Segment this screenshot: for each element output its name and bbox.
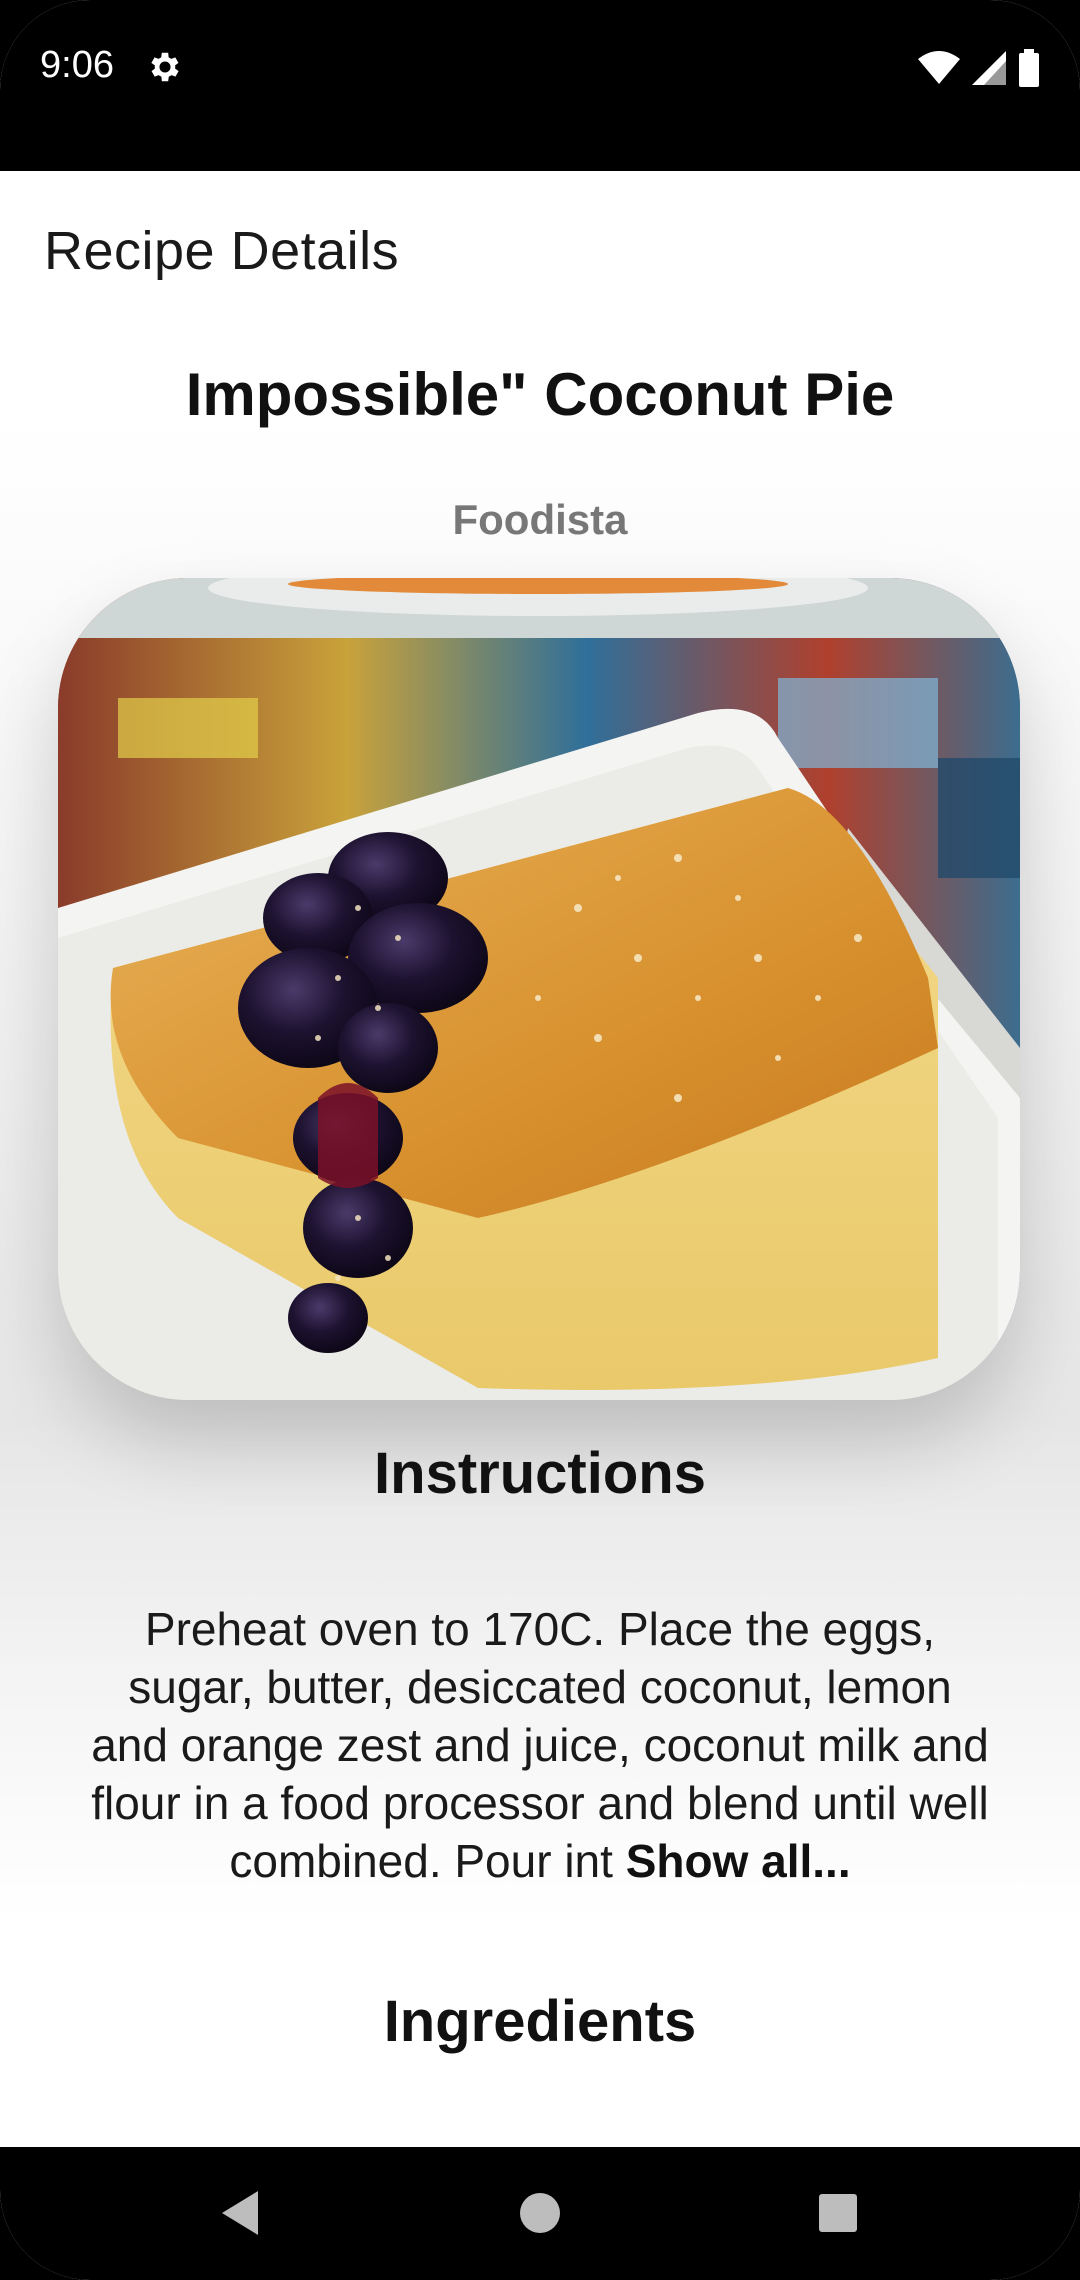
app-bar-title: Recipe Details: [44, 221, 400, 281]
recents-button[interactable]: [806, 2181, 870, 2245]
coconut-pie-image: [58, 578, 1020, 1400]
gear-icon: [151, 52, 179, 82]
status-icons: [918, 48, 1040, 88]
instructions-text: Preheat oven to 170C. Place the eggs, su…: [90, 1600, 990, 1890]
recents-icon: [819, 2194, 857, 2232]
screen: 9:06 Recipe Details Impossible" Coconut …: [0, 0, 1080, 2280]
signal-icon: [972, 51, 1006, 85]
ingredients-heading: Ingredients: [383, 1989, 697, 2054]
home-icon: [520, 2193, 560, 2233]
navigation-bar: [0, 2147, 1080, 2280]
home-button[interactable]: [508, 2181, 572, 2245]
back-icon: [222, 2191, 258, 2235]
instructions-heading: Instructions: [374, 1441, 706, 1506]
recipe-source: Foodista: [452, 496, 628, 543]
recipe-title: Impossible" Coconut Pie: [185, 361, 895, 428]
status-bar: 9:06: [0, 0, 1080, 171]
show-all-link[interactable]: Show all...: [626, 1835, 851, 1887]
instructions-body: Preheat oven to 170C. Place the eggs, su…: [91, 1603, 989, 1887]
status-time: 9:06: [40, 44, 114, 86]
battery-icon: [1019, 49, 1039, 87]
recipe-content[interactable]: Impossible" Coconut Pie Foodista Instruc…: [0, 320, 1080, 2140]
back-button[interactable]: [208, 2181, 272, 2245]
wifi-icon: [918, 51, 960, 84]
recipe-image: [58, 578, 1020, 1400]
